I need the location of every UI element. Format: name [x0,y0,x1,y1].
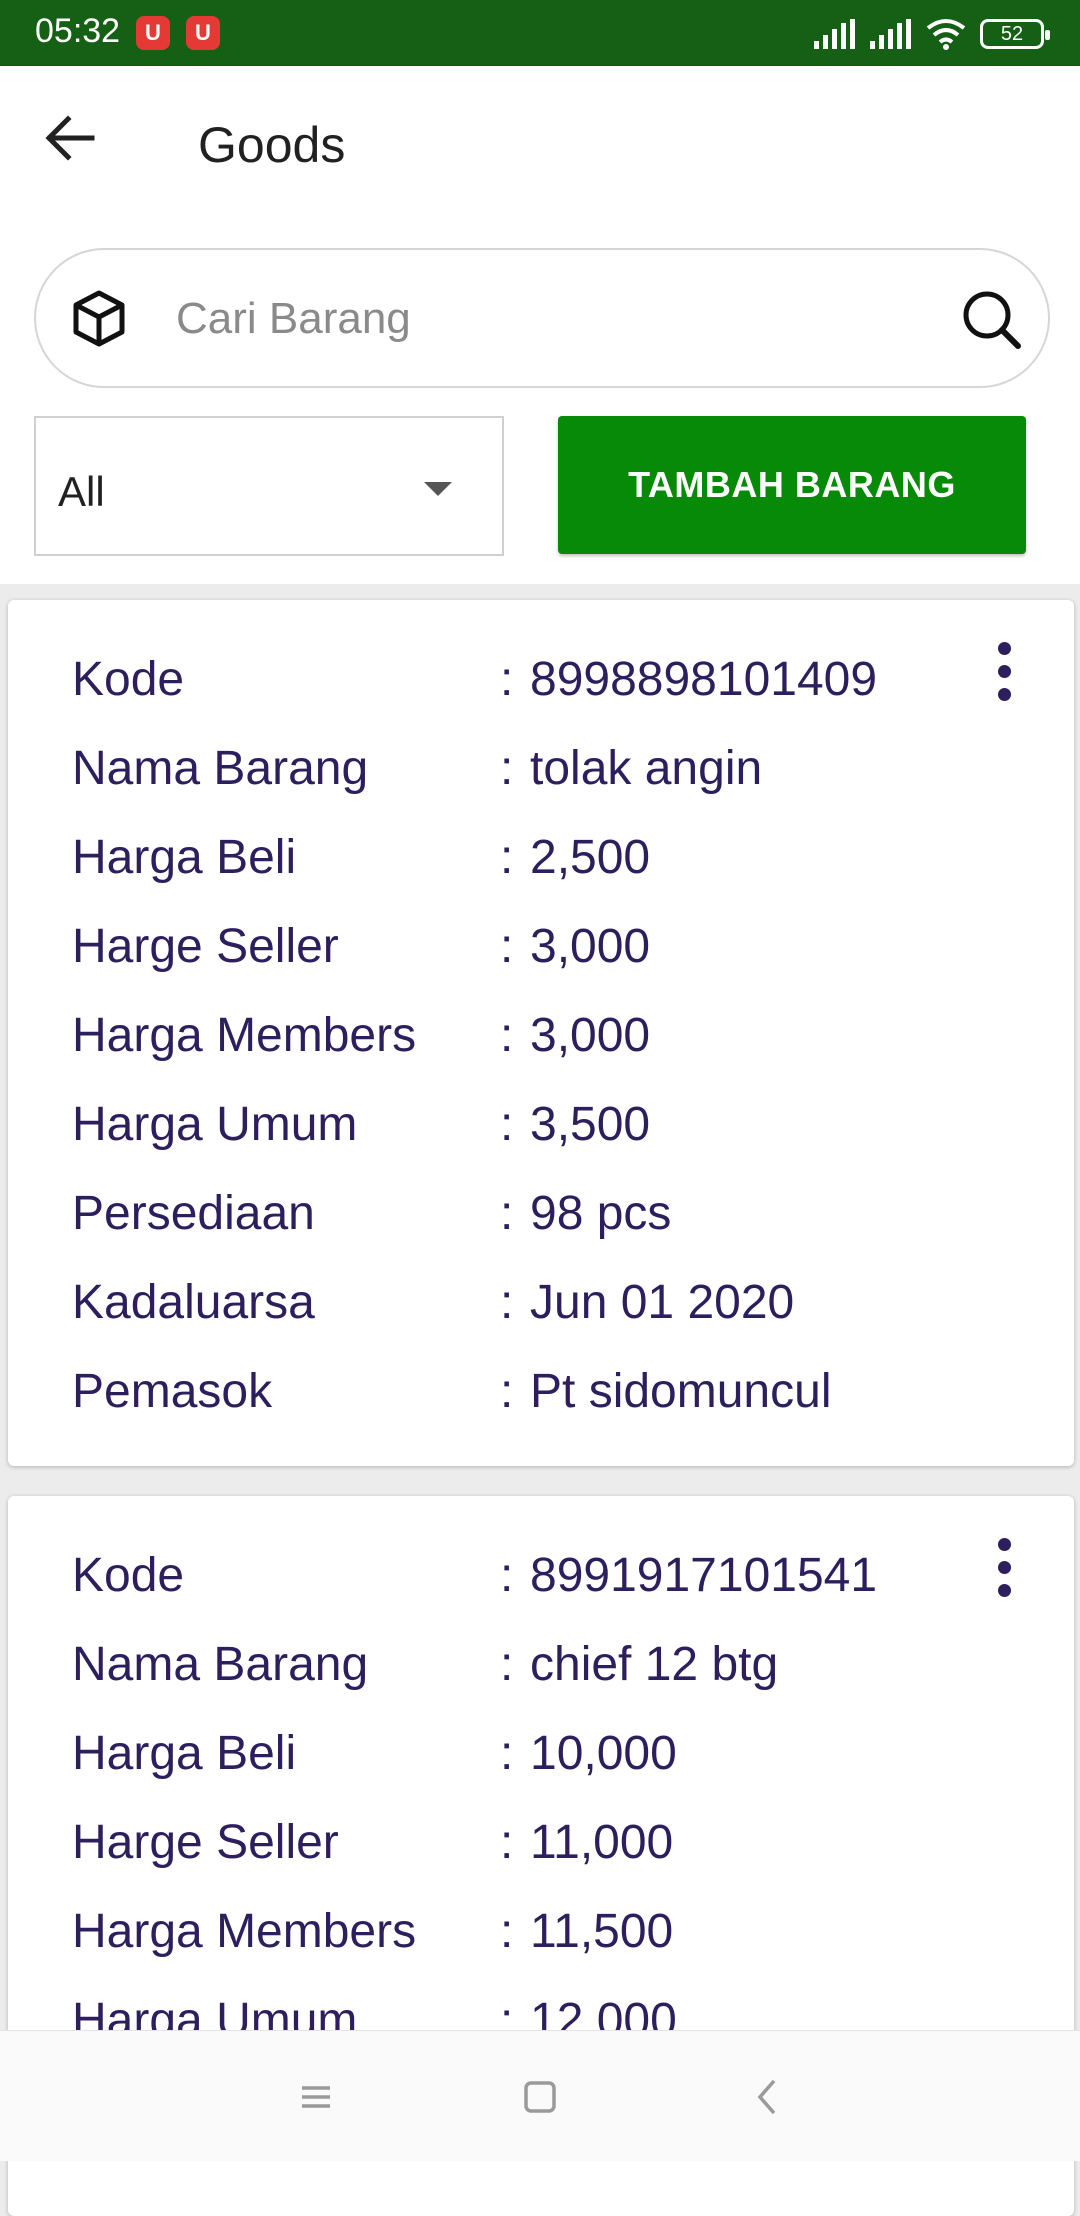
row-colon: : [500,1365,514,1418]
dropdown-selected-value: All [58,468,105,515]
row-colon: : [500,1638,514,1691]
goods-row-kode: Kode : 8998898101409 [72,652,972,732]
arrow-left-icon [45,115,95,161]
box-icon [73,290,125,347]
row-label: Harge Seller [72,1816,339,1869]
row-label: Harga Beli [72,831,297,884]
row-colon: : [500,1276,514,1329]
goods-row-harga-seller: Harge Seller : 11,000 [72,1815,972,1895]
row-label: Nama Barang [72,742,369,795]
search-icon[interactable] [958,286,1024,352]
back-chevron-icon[interactable] [738,2067,798,2127]
row-label: Harga Members [72,1009,417,1062]
goods-row-harga-beli: Harga Beli : 10,000 [72,1726,972,1806]
row-colon: : [500,920,514,973]
system-nav-bar [0,2030,1080,2161]
add-goods-button[interactable]: TAMBAH BARANG [558,416,1026,554]
home-square-icon[interactable] [510,2067,570,2127]
row-label: Kode [72,1549,185,1602]
row-value: 11,500 [530,1905,674,1958]
status-time: 05:32 [35,12,121,50]
row-value: Jun 01 2020 [530,1276,795,1329]
goods-row-harga-members: Harga Members : 3,000 [72,1008,972,1088]
goods-row-persediaan: Persediaan : 98 pcs [72,1186,972,1266]
row-label: Pemasok [72,1365,273,1418]
row-colon: : [500,1727,514,1780]
category-dropdown[interactable]: All [34,416,504,556]
row-value: 8991917101541 [530,1549,878,1602]
row-label: Kode [72,653,185,706]
row-value: 98 pcs [530,1187,672,1240]
page-title: Goods [198,117,346,173]
row-label: Harga Members [72,1905,417,1958]
goods-row-kode: Kode : 8991917101541 [72,1548,972,1628]
row-label: Nama Barang [72,1638,369,1691]
controls-panel: All TAMBAH BARANG [0,220,1080,584]
row-label: Harge Seller [72,920,339,973]
goods-row-harga-members: Harga Members : 11,500 [72,1904,972,1984]
search-bar [34,248,1050,388]
status-bar: 05:32 U U 52 [0,0,1080,66]
wifi-icon [926,19,966,50]
row-colon: : [500,1009,514,1062]
goods-row-nama: Nama Barang : chief 12 btg [72,1637,972,1717]
back-button[interactable] [38,106,102,170]
row-value: 8998898101409 [530,653,878,706]
row-label: Kadaluarsa [72,1276,315,1329]
row-colon: : [500,1098,514,1151]
row-value: 3,000 [530,920,651,973]
menu-icon[interactable] [286,2067,346,2127]
row-colon: : [500,1549,514,1602]
row-value: chief 12 btg [530,1638,779,1691]
goods-row-harga-umum: Harga Umum : 3,500 [72,1097,972,1177]
row-colon: : [500,1187,514,1240]
goods-row-harga-beli: Harga Beli : 2,500 [72,830,972,910]
goods-row-harga-seller: Harge Seller : 3,000 [72,919,972,999]
battery-level: 52 [1000,23,1024,45]
row-label: Harga Beli [72,1727,297,1780]
row-label: Persediaan [72,1187,315,1240]
signal-icon [870,19,911,49]
row-colon: : [500,831,514,884]
goods-row-pemasok: Pemasok : Pt sidomuncul [72,1364,972,1444]
u-app-icon: U [186,16,220,50]
goods-row-nama: Nama Barang : tolak angin [72,741,972,821]
caret-down-icon [424,482,452,496]
row-value: 11,000 [530,1816,674,1869]
row-value: Pt sidomuncul [530,1365,832,1418]
row-colon: : [500,1905,514,1958]
row-label: Harga Umum [72,1098,358,1151]
goods-row-kadaluarsa: Kadaluarsa : Jun 01 2020 [72,1275,972,1355]
row-value: 2,500 [530,831,651,884]
row-value: 3,500 [530,1098,651,1151]
battery-icon: 52 [980,19,1050,49]
search-input[interactable] [174,280,958,358]
row-value: 10,000 [530,1727,677,1780]
more-options-icon[interactable] [994,642,1014,704]
u-app-icon: U [136,16,170,50]
more-options-icon[interactable] [994,1538,1014,1600]
row-colon: : [500,653,514,706]
goods-card[interactable]: Kode : 8998898101409 Nama Barang : tolak… [8,600,1074,1466]
row-value: 3,000 [530,1009,651,1062]
row-colon: : [500,1816,514,1869]
row-colon: : [500,742,514,795]
row-value: tolak angin [530,742,763,795]
signal-icon [814,19,855,49]
app-bar: Goods [0,66,1080,220]
